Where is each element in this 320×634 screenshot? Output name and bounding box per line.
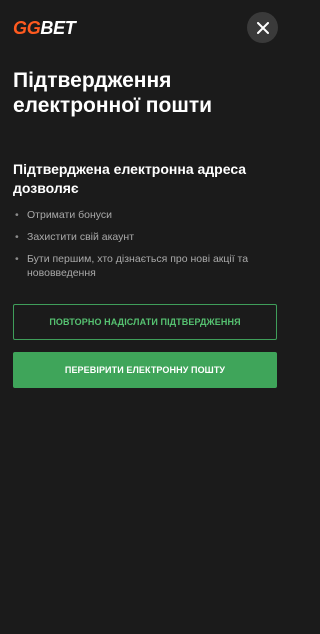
resend-confirmation-button[interactable]: ПОВТОРНО НАДІСЛАТИ ПІДТВЕРДЖЕННЯ bbox=[13, 304, 277, 340]
benefit-text: Бути першим, хто дізнається про нові акц… bbox=[27, 253, 249, 279]
benefit-item-protect-account: • Захистити свій акаунт bbox=[13, 230, 281, 244]
page-title: Підтвердження електронної пошти bbox=[13, 69, 213, 117]
logo-gg: GG bbox=[13, 18, 41, 38]
benefit-text: Отримати бонуси bbox=[27, 209, 112, 221]
benefits-list: • Отримати бонуси • Захистити свій акаун… bbox=[13, 208, 281, 288]
benefit-item-news: • Бути першим, хто дізнається про нові а… bbox=[13, 252, 281, 280]
benefit-item-bonuses: • Отримати бонуси bbox=[13, 208, 281, 222]
bullet-icon: • bbox=[15, 231, 19, 243]
bullet-icon: • bbox=[15, 209, 19, 221]
close-icon bbox=[256, 21, 269, 34]
close-button[interactable] bbox=[247, 12, 278, 43]
check-email-button[interactable]: ПЕРЕВІРИТИ ЕЛЕКТРОННУ ПОШТУ bbox=[13, 352, 277, 388]
benefits-heading: Підтверджена електронна адреса дозволяє bbox=[13, 161, 247, 196]
ggbet-logo[interactable]: GGBET bbox=[13, 18, 76, 38]
header: GGBET bbox=[0, 0, 294, 58]
logo-bet: BET bbox=[40, 18, 76, 38]
bullet-icon: • bbox=[15, 253, 19, 265]
benefit-text: Захистити свій акаунт bbox=[27, 231, 134, 243]
